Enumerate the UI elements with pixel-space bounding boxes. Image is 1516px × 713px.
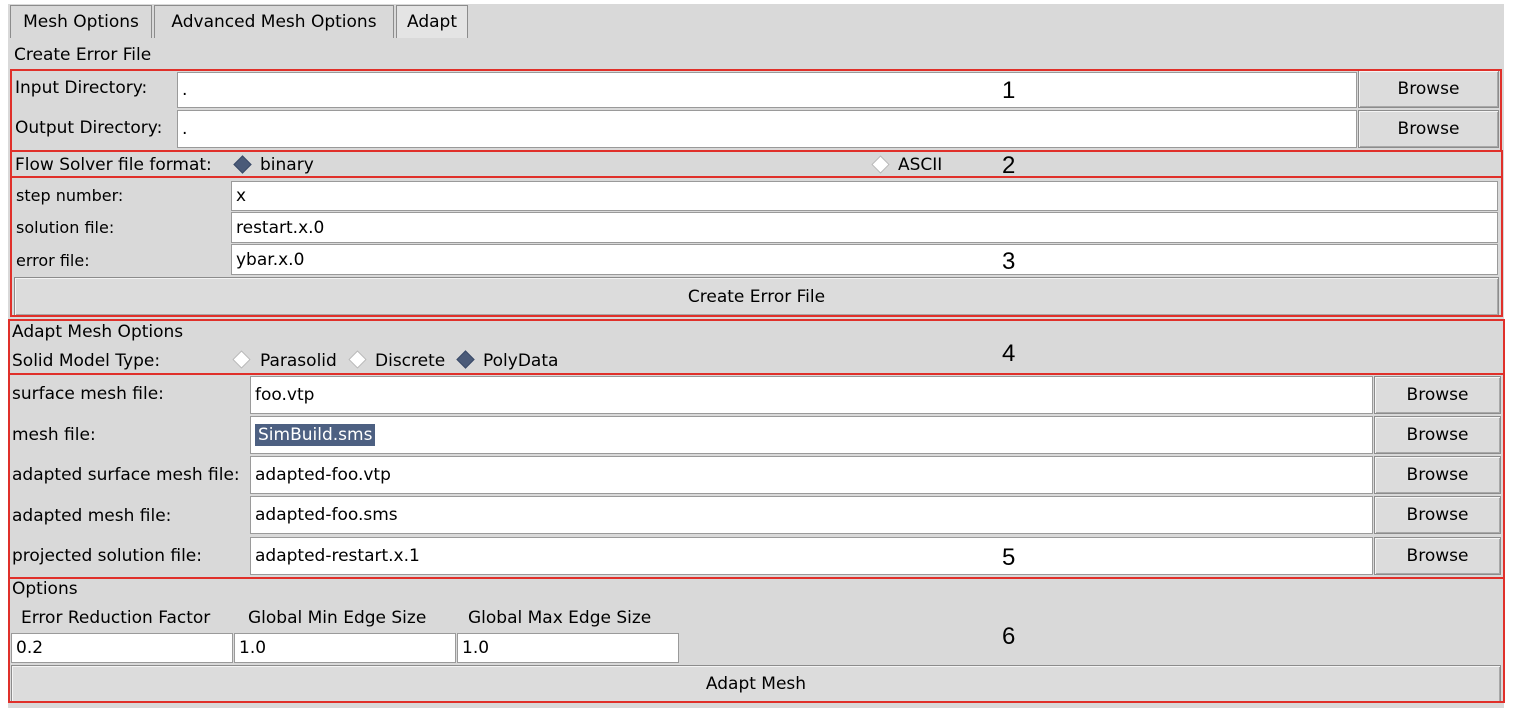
annotation-number-2: 2 — [1002, 152, 1016, 179]
tab-label: Mesh Options — [23, 12, 139, 32]
flow-solver-format-label: Flow Solver file format: — [15, 155, 212, 175]
adapt-mesh-options-title: Adapt Mesh Options — [12, 322, 184, 342]
create-error-section-title: Create Error File — [14, 45, 152, 65]
global-min-edge-size-label: Global Min Edge Size — [248, 608, 427, 628]
adapt-mesh-button[interactable]: Adapt Mesh — [11, 665, 1501, 703]
annotation-number-1: 1 — [1002, 77, 1016, 104]
mesh-file-field[interactable]: SimBuild.sms — [250, 416, 1373, 454]
global-max-edge-size-field[interactable]: 1.0 — [457, 633, 679, 663]
adapted-mesh-file-field[interactable]: adapted-foo.sms — [250, 496, 1373, 534]
global-min-edge-size-field[interactable]: 1.0 — [234, 633, 456, 663]
output-directory-label: Output Directory: — [15, 118, 163, 138]
solid-model-type-label: Solid Model Type: — [12, 351, 161, 371]
global-max-edge-size-label: Global Max Edge Size — [468, 608, 652, 628]
step-number-field[interactable]: x — [231, 181, 1498, 211]
polydata-radio-label: PolyData — [483, 351, 559, 371]
projected-solution-file-field[interactable]: adapted-restart.x.1 — [250, 537, 1373, 575]
tab-adapt[interactable]: Adapt — [396, 5, 468, 38]
solution-file-label: solution file: — [16, 218, 115, 237]
tab-label: Advanced Mesh Options — [171, 12, 377, 32]
surface-mesh-file-field[interactable]: foo.vtp — [250, 376, 1373, 414]
input-directory-label: Input Directory: — [15, 78, 148, 98]
output-directory-browse-button[interactable]: Browse — [1358, 110, 1499, 148]
projected-solution-file-label: projected solution file: — [12, 546, 202, 566]
annotation-number-3: 3 — [1002, 248, 1016, 275]
annotation-number-4: 4 — [1002, 340, 1016, 367]
tab-mesh-options[interactable]: Mesh Options — [10, 5, 152, 38]
annotation-number-5: 5 — [1002, 544, 1016, 571]
surface-mesh-browse-button[interactable]: Browse — [1374, 376, 1501, 414]
adapted-mesh-file-label: adapted mesh file: — [12, 506, 172, 526]
mesh-file-browse-button[interactable]: Browse — [1374, 416, 1501, 454]
binary-radio-label: binary — [260, 155, 314, 175]
surface-mesh-file-label: surface mesh file: — [12, 384, 164, 404]
selected-text: SimBuild.sms — [255, 424, 376, 446]
solution-file-field[interactable]: restart.x.0 — [231, 212, 1498, 243]
output-directory-field[interactable]: . — [177, 110, 1357, 148]
annotation-number-6: 6 — [1002, 623, 1016, 650]
tab-label: Adapt — [407, 12, 457, 32]
parasolid-radio-label: Parasolid — [260, 351, 337, 371]
projected-solution-browse-button[interactable]: Browse — [1374, 537, 1501, 575]
adapted-surface-mesh-file-field[interactable]: adapted-foo.vtp — [250, 456, 1373, 494]
ascii-radio-label: ASCII — [898, 155, 943, 175]
adapted-surface-mesh-file-label: adapted surface mesh file: — [12, 465, 240, 485]
error-reduction-factor-field[interactable]: 0.2 — [11, 633, 233, 663]
error-file-field[interactable]: ybar.x.0 — [231, 244, 1498, 275]
create-error-file-button[interactable]: Create Error File — [14, 277, 1499, 316]
tab-advanced-mesh-options[interactable]: Advanced Mesh Options — [154, 5, 394, 38]
input-directory-browse-button[interactable]: Browse — [1358, 70, 1499, 108]
options-section-title: Options — [12, 579, 78, 599]
discrete-radio-label: Discrete — [375, 351, 446, 371]
mesh-file-label: mesh file: — [12, 425, 96, 445]
error-file-label: error file: — [16, 251, 90, 270]
input-directory-field[interactable]: . — [177, 72, 1357, 108]
error-reduction-factor-label: Error Reduction Factor — [21, 608, 211, 628]
adapted-mesh-browse-button[interactable]: Browse — [1374, 496, 1501, 534]
adapted-surface-mesh-browse-button[interactable]: Browse — [1374, 456, 1501, 494]
step-number-label: step number: — [16, 186, 124, 205]
